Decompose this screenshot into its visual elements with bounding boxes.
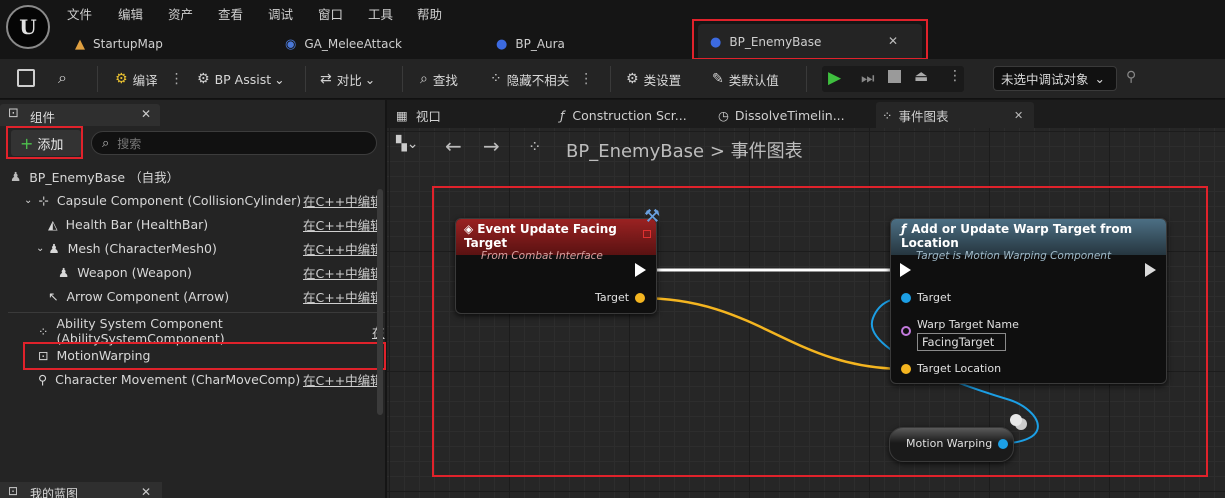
highlight-graph <box>432 186 1208 477</box>
